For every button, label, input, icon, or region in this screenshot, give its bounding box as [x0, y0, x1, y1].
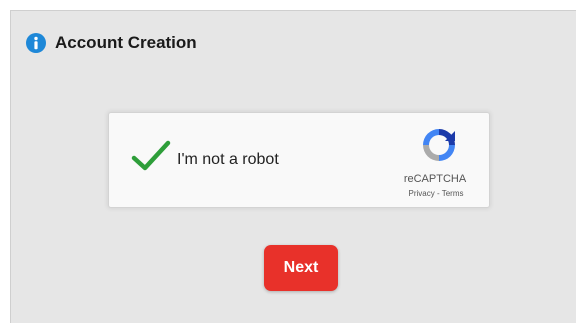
- info-icon: [26, 33, 46, 53]
- recaptcha-widget: I'm not a robot reCAPTCHA Privacy - Term…: [108, 112, 490, 208]
- links-separator: -: [434, 189, 442, 198]
- recaptcha-logo-icon: [419, 125, 459, 165]
- next-button[interactable]: Next: [264, 245, 338, 291]
- recaptcha-links: Privacy - Terms: [395, 189, 477, 198]
- privacy-link[interactable]: Privacy: [409, 189, 435, 198]
- page-header: Account Creation: [26, 33, 197, 53]
- recaptcha-brand: reCAPTCHA: [403, 173, 467, 185]
- page-title: Account Creation: [55, 33, 197, 52]
- terms-link[interactable]: Terms: [442, 189, 464, 198]
- captcha-label: I'm not a robot: [177, 151, 279, 168]
- captcha-checkbox-checked-icon[interactable]: [131, 139, 171, 173]
